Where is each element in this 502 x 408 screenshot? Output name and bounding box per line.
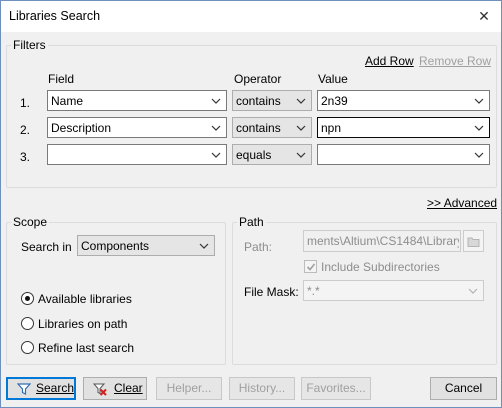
refine-last-search-label[interactable]: Refine last search <box>38 341 134 355</box>
filter-funnel-icon <box>17 383 31 395</box>
value-dropdown[interactable]: 2n39 <box>317 90 490 111</box>
cancel-button[interactable]: Cancel <box>430 377 497 400</box>
path-label: Path: <box>244 240 273 254</box>
checkmark-icon <box>306 263 316 271</box>
chevron-down-icon <box>211 152 221 158</box>
file-mask-value: *.* <box>307 284 320 298</box>
search-button[interactable]: Search <box>6 377 76 400</box>
value-dropdown[interactable] <box>317 144 490 165</box>
chevron-down-icon <box>199 243 209 249</box>
title-bar: Libraries Search ✕ <box>1 1 501 32</box>
operator-dropdown[interactable]: contains <box>232 117 312 138</box>
field-dropdown[interactable]: Description <box>47 117 227 138</box>
search-in-value: Components <box>81 239 150 253</box>
path-group-label: Path <box>237 215 266 229</box>
refine-last-search-radio[interactable] <box>21 341 34 354</box>
available-libraries-radio[interactable] <box>21 292 34 305</box>
path-value: ments\Altium\CS1484\Library\ <box>307 234 459 248</box>
field-column-header: Field <box>48 72 75 86</box>
value-dropdown[interactable]: npn <box>317 117 490 138</box>
field-dropdown[interactable]: Name <box>47 90 227 111</box>
favorites-button-label: Favorites... <box>306 381 366 395</box>
file-mask-dropdown: *.* <box>303 280 484 301</box>
search-in-dropdown[interactable]: Components <box>77 235 215 256</box>
operator-value: contains <box>236 94 281 108</box>
include-subdirectories-checkbox <box>304 260 317 273</box>
file-mask-label: File Mask: <box>244 285 299 299</box>
value-text: npn <box>321 121 342 135</box>
value-text: 2n39 <box>321 94 348 108</box>
field-value: Description <box>51 121 112 135</box>
include-subdirectories-label: Include Subdirectories <box>321 260 440 274</box>
operator-value: equals <box>236 148 272 162</box>
chevron-down-icon <box>211 125 221 131</box>
path-input: ments\Altium\CS1484\Library\ <box>303 230 461 252</box>
history-button: History... <box>229 377 295 400</box>
clear-filter-icon <box>93 383 107 396</box>
add-row-link[interactable]: Add Row <box>365 54 414 68</box>
favorites-button: Favorites... <box>301 377 371 400</box>
chevron-down-icon <box>474 98 484 104</box>
chevron-down-icon <box>296 98 306 104</box>
chevron-down-icon <box>211 98 221 104</box>
chevron-down-icon <box>468 288 478 294</box>
close-icon[interactable]: ✕ <box>471 3 497 29</box>
row-number: 1. <box>20 96 31 110</box>
clear-button[interactable]: Clear <box>83 377 147 400</box>
clear-button-label: Clear <box>114 381 143 395</box>
search-button-label: Search <box>36 381 75 395</box>
remove-row-link: Remove Row <box>419 54 492 68</box>
operator-value: contains <box>236 121 281 135</box>
browse-folder-button <box>463 230 484 252</box>
chevron-down-icon <box>296 152 306 158</box>
history-button-label: History... <box>238 381 286 395</box>
search-in-label: Search in <box>21 240 72 254</box>
cancel-button-label: Cancel <box>444 381 483 395</box>
chevron-down-icon <box>474 125 484 131</box>
libraries-on-path-radio[interactable] <box>21 317 34 330</box>
row-number: 3. <box>20 150 31 164</box>
available-libraries-label[interactable]: Available libraries <box>38 292 132 306</box>
operator-column-header: Operator <box>234 72 282 86</box>
helper-button-label: Helper... <box>166 381 212 395</box>
libraries-on-path-label[interactable]: Libraries on path <box>38 317 127 331</box>
filters-group-label: Filters <box>11 38 48 52</box>
value-column-header: Value <box>318 72 348 86</box>
chevron-down-icon <box>474 152 484 158</box>
libraries-search-dialog: Libraries Search ✕ Filters Add Row Remov… <box>0 0 502 408</box>
folder-icon <box>467 237 480 247</box>
operator-dropdown[interactable]: equals <box>232 144 312 165</box>
field-dropdown[interactable] <box>47 144 227 165</box>
helper-button: Helper... <box>156 377 222 400</box>
field-value: Name <box>51 94 84 108</box>
operator-dropdown[interactable]: contains <box>232 90 312 111</box>
row-number: 2. <box>20 123 31 137</box>
chevron-down-icon <box>296 125 306 131</box>
scope-group-label: Scope <box>11 215 50 229</box>
window-title: Libraries Search <box>9 9 101 23</box>
advanced-link[interactable]: >> Advanced <box>427 196 497 210</box>
